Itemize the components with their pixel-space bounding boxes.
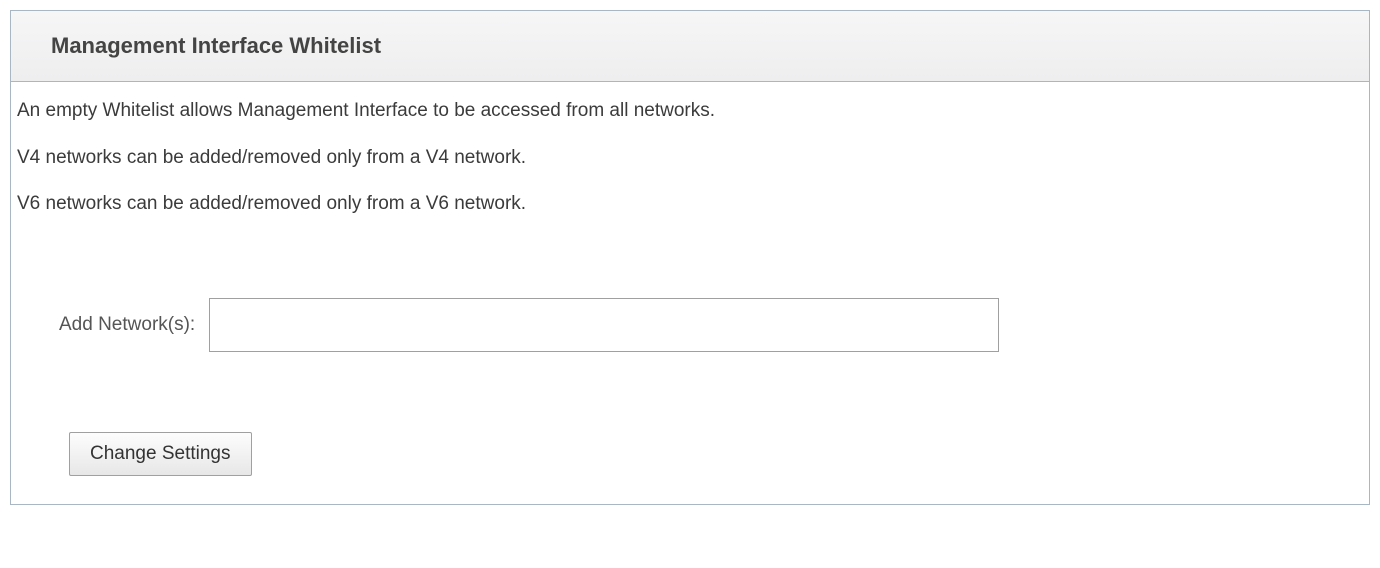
add-networks-input[interactable] (209, 298, 999, 352)
change-settings-button[interactable]: Change Settings (69, 432, 252, 476)
button-row: Change Settings (11, 352, 1369, 504)
add-networks-label: Add Network(s): (59, 314, 195, 336)
add-networks-row: Add Network(s): (11, 218, 1369, 352)
info-text-1: An empty Whitelist allows Management Int… (11, 82, 1369, 125)
info-text-2: V4 networks can be added/removed only fr… (11, 125, 1369, 172)
panel-header: Management Interface Whitelist (11, 11, 1369, 82)
info-text-3: V6 networks can be added/removed only fr… (11, 171, 1369, 218)
panel-body: An empty Whitelist allows Management Int… (11, 82, 1369, 504)
whitelist-panel: Management Interface Whitelist An empty … (10, 10, 1370, 505)
panel-title: Management Interface Whitelist (51, 33, 381, 58)
